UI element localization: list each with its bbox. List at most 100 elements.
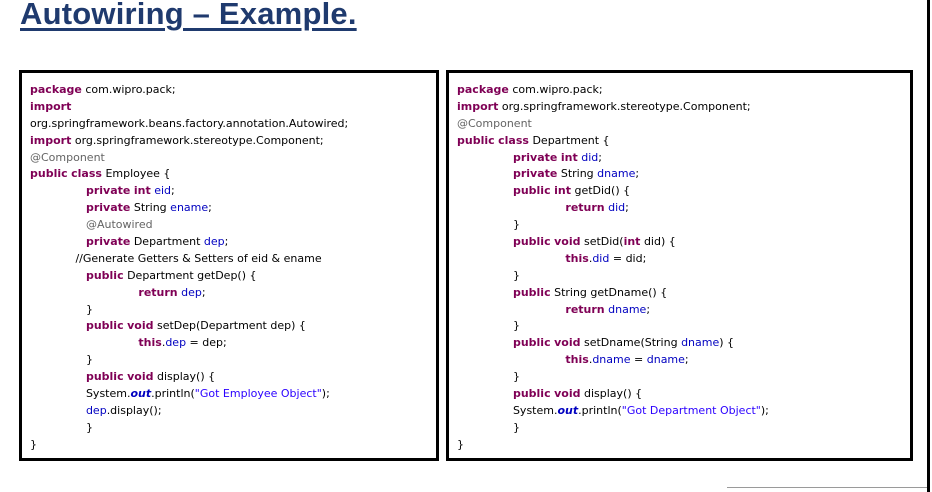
code-token: ; [171, 184, 175, 198]
code-line: public int getDid() { [457, 183, 910, 200]
department-code-panel: package com.wipro.pack; import org.spring… [446, 70, 913, 461]
code-token: "Got Department Object" [621, 403, 761, 417]
code-token: private [512, 150, 558, 164]
code-token: void [554, 336, 581, 350]
code-line: import org.springframework.stereotype.Co… [457, 99, 910, 116]
code-token: package [30, 83, 82, 96]
code-line: } [30, 302, 436, 319]
code-token: ) { [719, 336, 735, 350]
code-line: @Autowired [30, 217, 436, 234]
code-token: dname [681, 336, 720, 350]
code-token: ; [625, 201, 629, 215]
code-token: public [512, 235, 551, 249]
code-line: public void display() { [457, 386, 910, 403]
code-line: return dep; [30, 285, 436, 302]
department-code-block: package com.wipro.pack; import org.spring… [449, 73, 910, 454]
code-token: this [565, 251, 589, 265]
code-token: int [554, 184, 571, 198]
code-token: org.springframework.stereotype.Component… [498, 99, 751, 113]
code-token: return [565, 201, 605, 215]
code-token: public [85, 268, 124, 282]
code-token: void [554, 387, 581, 401]
code-token: class [498, 133, 529, 147]
code-token: } [457, 218, 520, 232]
code-token: .println( [151, 387, 195, 401]
code-line: public void setDname(String dname) { [457, 335, 910, 352]
code-line: this.dname = dname; [457, 352, 910, 369]
code-token: eid [154, 184, 172, 198]
code-token: org.springframework.stereotype.Component… [71, 133, 324, 147]
code-token: } [30, 437, 37, 451]
code-token: ; [201, 285, 206, 299]
code-token: public [512, 336, 551, 350]
code-token: } [457, 370, 520, 384]
code-line: } [457, 420, 910, 437]
code-token: = dep; [186, 336, 227, 350]
code-token: } [457, 420, 520, 434]
code-line: package com.wipro.pack; [30, 82, 436, 99]
code-token: ; [646, 302, 651, 316]
code-line: } [457, 318, 910, 335]
code-token: did [608, 201, 626, 215]
code-token: ; [635, 167, 640, 181]
code-line: private Department dep; [30, 234, 436, 251]
code-token: "Got Employee Object" [194, 387, 322, 401]
code-token: ename [170, 201, 209, 215]
code-token: Employee { [101, 167, 171, 181]
code-token: com.wipro.pack; [508, 83, 603, 96]
code-token: did [581, 150, 599, 164]
code-line: } [457, 369, 910, 386]
code-line: public String getDname() { [457, 285, 910, 302]
code-token: import [457, 99, 499, 113]
code-token: display() { [153, 370, 216, 384]
code-token: .display(); [106, 403, 162, 417]
code-token: public [85, 370, 124, 384]
code-token: setDid( [580, 235, 624, 249]
code-token: out [130, 387, 152, 401]
code-line: public void display() { [30, 369, 436, 386]
code-token: ; [224, 235, 229, 249]
code-line: //Generate Getters & Setters of eid & en… [30, 251, 436, 268]
code-token: setDep(Department dep) { [153, 319, 306, 333]
code-token: getDid() { [570, 184, 631, 198]
bottom-divider [727, 487, 927, 488]
code-line: System.out.println("Got Employee Object"… [30, 386, 436, 403]
code-token: } [457, 437, 464, 451]
code-token: ; [598, 150, 602, 164]
code-line: } [30, 437, 436, 454]
code-token: .println( [578, 403, 622, 417]
code-token: package [457, 83, 509, 96]
code-line: import org.springframework.stereotype.Co… [30, 133, 436, 150]
code-token: ; [684, 353, 689, 367]
code-token: dname [646, 353, 685, 367]
employee-code-panel: package com.wipro.pack; import org.springf… [19, 70, 439, 461]
code-token: class [71, 167, 102, 181]
code-line: } [30, 352, 436, 369]
code-token: } [30, 353, 93, 367]
code-line: } [457, 268, 910, 285]
code-token: System. [457, 403, 558, 417]
code-line: this.dep = dep; [30, 335, 436, 352]
code-line: @Component [457, 116, 910, 133]
code-token: setDname(String [580, 336, 682, 350]
code-token: com.wipro.pack; [81, 83, 176, 96]
code-token: void [127, 370, 154, 384]
slide-title: Autowiring – Example. [20, 0, 357, 31]
code-token: } [457, 319, 520, 333]
code-line: @Component [30, 150, 436, 167]
code-line: } [30, 420, 436, 437]
code-token: int [133, 184, 151, 198]
code-line: package com.wipro.pack; [457, 82, 910, 99]
code-token: dname [608, 302, 647, 316]
